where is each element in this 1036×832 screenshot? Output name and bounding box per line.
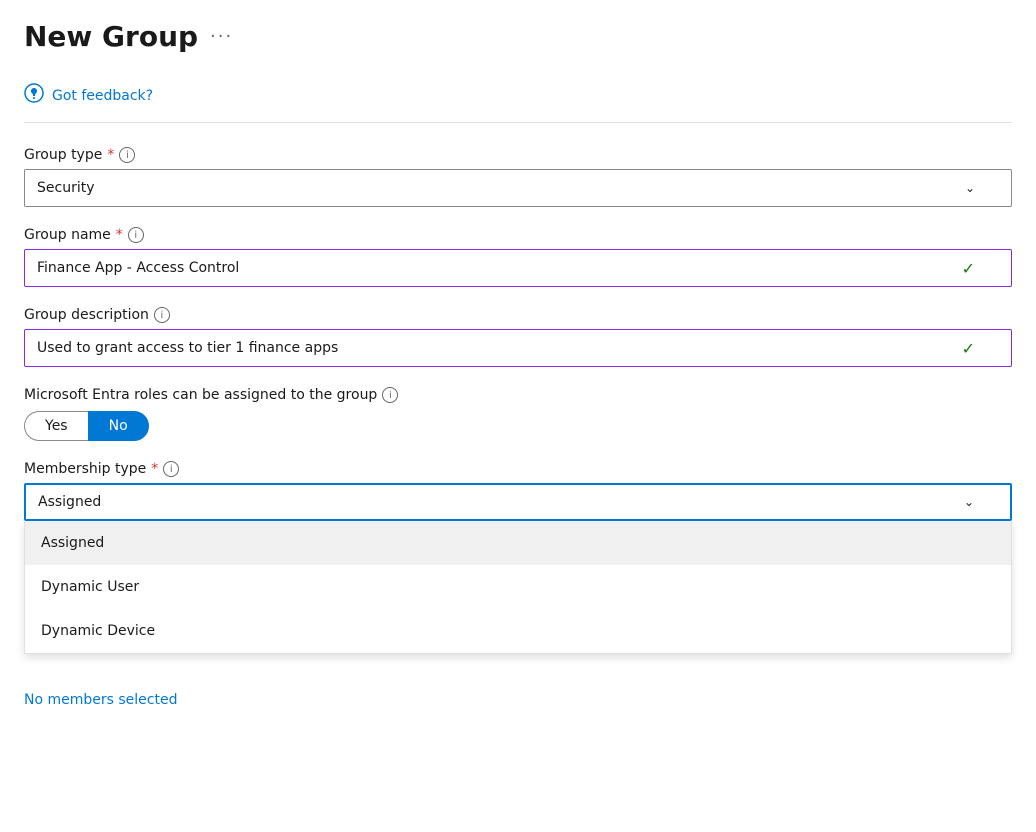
required-star-membership: * xyxy=(151,461,158,477)
feedback-link[interactable]: Got feedback? xyxy=(52,88,153,104)
more-options-button[interactable]: ··· xyxy=(210,26,233,47)
dropdown-item-dynamic-user[interactable]: Dynamic User xyxy=(25,565,1011,609)
group-name-section: Group name * i Finance App - Access Cont… xyxy=(24,227,1012,287)
group-type-chevron-icon: ⌄ xyxy=(965,181,975,195)
group-type-dropdown[interactable]: Security ⌄ xyxy=(24,169,1012,207)
membership-type-label: Membership type * i xyxy=(24,461,1012,477)
membership-type-chevron-icon: ⌄ xyxy=(964,495,974,509)
group-name-info-icon[interactable]: i xyxy=(128,227,144,243)
entra-roles-section: Microsoft Entra roles can be assigned to… xyxy=(24,387,1012,441)
group-type-value: Security xyxy=(37,180,95,196)
group-description-value: Used to grant access to tier 1 finance a… xyxy=(37,340,338,356)
dropdown-item-dynamic-device[interactable]: Dynamic Device xyxy=(25,609,1011,653)
membership-type-info-icon[interactable]: i xyxy=(163,461,179,477)
group-name-input[interactable]: Finance App - Access Control ✓ xyxy=(24,249,1012,287)
group-name-value: Finance App - Access Control xyxy=(37,260,239,276)
membership-type-wrapper: Assigned ⌄ Assigned Dynamic User Dynamic… xyxy=(24,483,1012,654)
required-star: * xyxy=(107,147,114,163)
page-title: New Group xyxy=(24,20,198,53)
page-container: New Group ··· Got feedback? Group type *… xyxy=(0,0,1036,832)
membership-type-dropdown-list: Assigned Dynamic User Dynamic Device xyxy=(24,521,1012,654)
group-description-info-icon[interactable]: i xyxy=(154,307,170,323)
toggle-no-button[interactable]: No xyxy=(88,411,149,441)
group-type-info-icon[interactable]: i xyxy=(119,147,135,163)
dropdown-item-assigned[interactable]: Assigned xyxy=(25,521,1011,565)
group-description-section: Group description i Used to grant access… xyxy=(24,307,1012,367)
membership-type-dropdown[interactable]: Assigned ⌄ xyxy=(24,483,1012,521)
feedback-bar: Got feedback? xyxy=(24,73,1012,123)
no-members-link[interactable]: No members selected xyxy=(24,692,177,708)
entra-roles-label: Microsoft Entra roles can be assigned to… xyxy=(24,387,1012,403)
toggle-yes-button[interactable]: Yes xyxy=(24,411,88,441)
required-star-name: * xyxy=(116,227,123,243)
group-name-check-icon: ✓ xyxy=(962,259,975,278)
entra-roles-toggle: Yes No xyxy=(24,411,1012,441)
group-name-label: Group name * i xyxy=(24,227,1012,243)
feedback-icon xyxy=(24,83,44,108)
group-description-check-icon: ✓ xyxy=(962,339,975,358)
group-description-input[interactable]: Used to grant access to tier 1 finance a… xyxy=(24,329,1012,367)
group-description-label: Group description i xyxy=(24,307,1012,323)
entra-roles-info-icon[interactable]: i xyxy=(382,387,398,403)
page-header: New Group ··· xyxy=(24,20,1012,53)
group-type-section: Group type * i Security ⌄ xyxy=(24,147,1012,207)
membership-type-section: Membership type * i Assigned ⌄ Assigned … xyxy=(24,461,1012,654)
membership-type-value: Assigned xyxy=(38,494,101,510)
group-type-label: Group type * i xyxy=(24,147,1012,163)
